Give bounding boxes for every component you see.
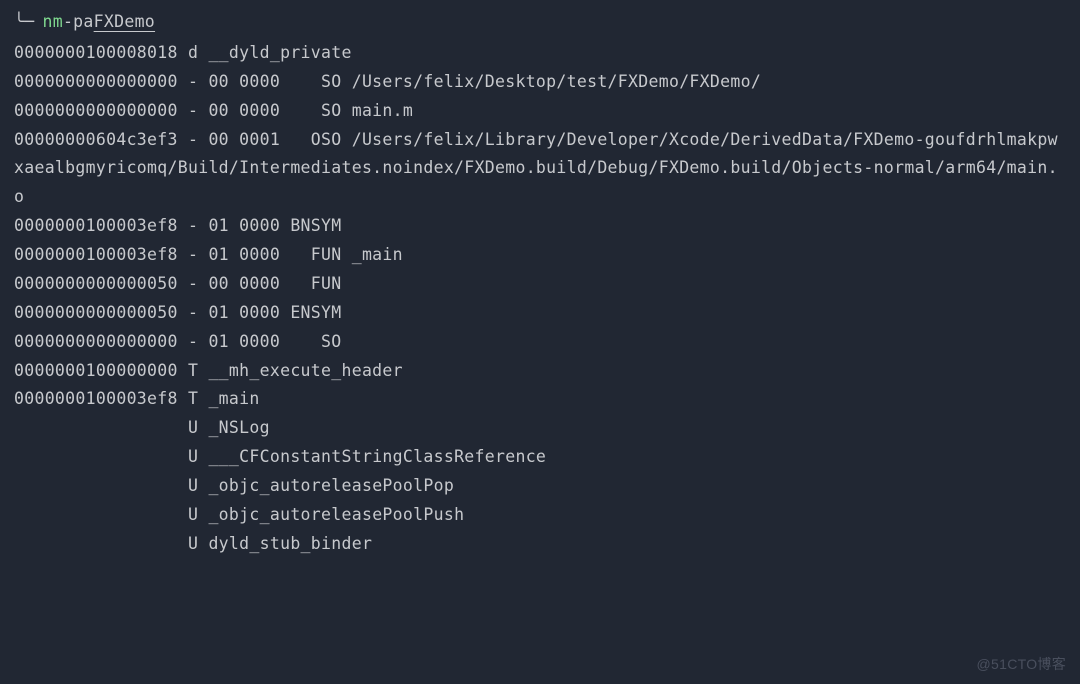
output-line: U ___CFConstantStringClassReference	[14, 443, 1066, 472]
output-line: 0000000100003ef8 - 01 0000 FUN _main	[14, 241, 1066, 270]
command-name: nm	[42, 8, 62, 37]
output-line: 0000000100003ef8 T _main	[14, 385, 1066, 414]
output-line: U _NSLog	[14, 414, 1066, 443]
output-line: 00000000604c3ef3 - 00 0001 OSO /Users/fe…	[14, 126, 1066, 213]
output-line: 0000000100003ef8 - 01 0000 BNSYM	[14, 212, 1066, 241]
output-line: 0000000000000000 - 00 0000 SO /Users/fel…	[14, 68, 1066, 97]
output-line: U dyld_stub_binder	[14, 530, 1066, 559]
output-line: 0000000000000000 - 01 0000 SO	[14, 328, 1066, 357]
output-line: 0000000100000000 T __mh_execute_header	[14, 357, 1066, 386]
output-line: U _objc_autoreleasePoolPush	[14, 501, 1066, 530]
output-line: 0000000000000050 - 01 0000 ENSYM	[14, 299, 1066, 328]
output-line: 0000000000000050 - 00 0000 FUN	[14, 270, 1066, 299]
output-line: 0000000100008018 d __dyld_private	[14, 39, 1066, 68]
terminal-output: 0000000100008018 d __dyld_private0000000…	[14, 39, 1066, 559]
watermark: @51CTO博客	[977, 652, 1066, 677]
terminal-prompt[interactable]: ╰─ nm -pa FXDemo	[14, 8, 1066, 37]
command-target: FXDemo	[94, 8, 155, 37]
output-line: U _objc_autoreleasePoolPop	[14, 472, 1066, 501]
prompt-branch-char: ╰─	[14, 8, 34, 37]
output-line: 0000000000000000 - 00 0000 SO main.m	[14, 97, 1066, 126]
command-args: -pa	[63, 8, 94, 37]
